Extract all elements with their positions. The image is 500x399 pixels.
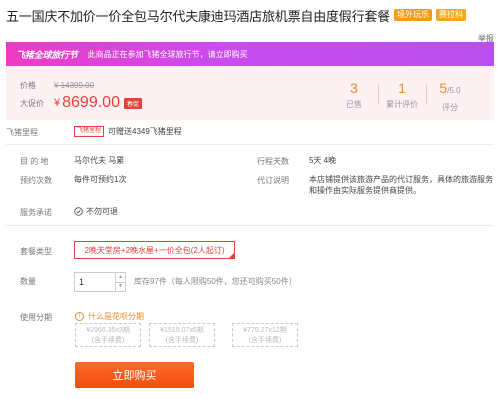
- stat-rating: 5/5.0 评分: [430, 80, 470, 113]
- divider: [6, 144, 494, 145]
- price-currency: ¥: [54, 97, 61, 109]
- miles-label: 飞猪里程: [6, 128, 38, 137]
- installment-option-3[interactable]: ¥2966.35x3期 (含手续费): [75, 323, 141, 347]
- title-row: 五一国庆不加价一价全包马尔代夫康迪玛酒店旅机票自由度假行套餐 境外玩乐 赛拉科: [6, 6, 496, 24]
- promo-price-tag: 春促: [123, 97, 142, 109]
- installment-option-6[interactable]: ¥1515.07x6期 (含手续费): [149, 323, 215, 347]
- miles-row: 飞猪里程 可赠送4349飞猪里程: [74, 126, 182, 137]
- rating-value: 5/5.0: [430, 80, 470, 99]
- stat-divider: [378, 84, 379, 104]
- review-label: 累计评价: [386, 100, 418, 109]
- installment-price: ¥779.27x12期: [243, 327, 287, 334]
- installment-option-12[interactable]: ¥779.27x12期 (含手续费): [232, 323, 298, 347]
- commitment-label: 服务承诺: [20, 208, 52, 217]
- miles-text: 可赠送4349飞猪里程: [108, 127, 182, 136]
- check-circle-icon: [74, 207, 83, 216]
- review-count: 1: [398, 80, 406, 96]
- stat-divider: [426, 84, 427, 104]
- agency-label: 代订说明: [257, 176, 289, 185]
- shop-badge: 赛拉科: [436, 9, 467, 21]
- stock-info: 库存97件（每人限购50件，您还可购买50件）: [134, 277, 297, 286]
- commitment-value: 不勿可退: [86, 207, 118, 216]
- info-icon: !: [75, 312, 84, 321]
- booking-value: 每件可预约1次: [74, 175, 127, 184]
- overseas-badge: 境外玩乐: [394, 9, 433, 21]
- miles-tag: 飞猪里程: [74, 126, 105, 137]
- agency-value: 本店铺提供该旅游产品的代订服务，具体的旅游服务和操作由实际服务提供商提供。: [309, 175, 493, 195]
- quantity-input[interactable]: [75, 273, 115, 291]
- caret-down-icon[interactable]: ▼: [116, 283, 125, 292]
- destination-label: 目 的 地: [20, 157, 49, 166]
- current-price: 8699.00: [62, 94, 120, 111]
- destination-value: 马尔代夫 马累: [74, 156, 125, 165]
- duration-label: 行程天数: [257, 157, 289, 166]
- installment-note: (含手续费): [165, 337, 199, 344]
- installment-note: (含手续费): [91, 337, 125, 344]
- promo-tag: 飞猪全球旅行节: [16, 49, 78, 60]
- sold-count: 3: [350, 80, 358, 96]
- quantity-stepper: ▲ ▼: [74, 272, 126, 292]
- package-label: 套餐类型: [20, 247, 52, 256]
- original-price-row: 价格 ¥ 14399.00: [20, 80, 94, 91]
- current-price-row: 大促价 ¥ 8699.00 春促: [20, 94, 142, 112]
- caret-up-icon[interactable]: ▲: [116, 273, 125, 283]
- price-panel: 价格 ¥ 14399.00 大促价 ¥ 8699.00 春促 3 已售 1 累计…: [6, 66, 494, 120]
- duration-value: 5天 4晚: [309, 156, 337, 165]
- installment-price: ¥2966.35x3期: [86, 327, 130, 334]
- installment-hint-text: 什么是花呗分期: [88, 312, 144, 321]
- commitment-row: 不勿可退: [74, 206, 118, 217]
- installment-note: (含手续费): [248, 337, 282, 344]
- rating-label: 评分: [442, 103, 458, 112]
- installment-price: ¥1515.07x6期: [160, 327, 204, 334]
- buy-now-button[interactable]: 立即购买: [75, 362, 194, 388]
- current-price-label: 大促价: [20, 98, 44, 108]
- promo-banner[interactable]: 飞猪全球旅行节 此商品正在参加飞猪全球旅行节，请立即购买: [6, 42, 494, 66]
- quantity-label: 数量: [20, 277, 36, 286]
- stat-reviews[interactable]: 1 累计评价: [382, 80, 422, 110]
- product-title: 五一国庆不加价一价全包马尔代夫康迪玛酒店旅机票自由度假行套餐: [6, 8, 391, 24]
- original-price: ¥ 14399.00: [54, 81, 95, 90]
- divider: [6, 225, 494, 226]
- rating-scale: /5.0: [447, 86, 461, 95]
- stepper-buttons: ▲ ▼: [115, 273, 125, 291]
- sold-label: 已售: [346, 100, 362, 109]
- installment-hint[interactable]: ! 什么是花呗分期: [75, 311, 144, 322]
- promo-text: 此商品正在参加飞猪全球旅行节，请立即购买: [87, 49, 248, 59]
- package-option[interactable]: 2晚天堂房+2晚水屋+一价全包(2人起订): [74, 241, 235, 259]
- booking-label: 预约次数: [20, 176, 52, 185]
- original-price-label: 价格: [20, 81, 36, 90]
- installment-label: 使用分期: [20, 313, 52, 322]
- stat-sold: 3 已售: [334, 80, 374, 110]
